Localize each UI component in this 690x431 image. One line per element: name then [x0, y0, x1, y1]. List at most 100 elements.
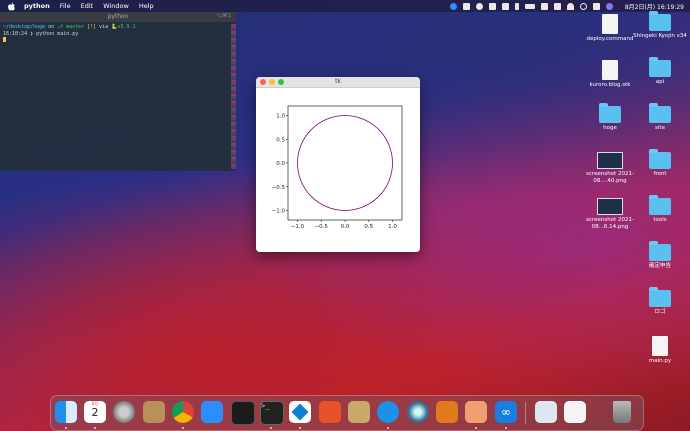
branch-icon: ⎇ — [57, 24, 63, 30]
zoom-icon[interactable] — [201, 401, 223, 423]
running-indicator — [387, 427, 389, 429]
menu-file[interactable]: File — [60, 2, 71, 10]
finder-icon[interactable] — [55, 401, 77, 423]
prompt-via: via — [99, 24, 109, 30]
menu-edit[interactable]: Edit — [81, 2, 94, 10]
system-preferences-icon[interactable] — [113, 401, 135, 423]
circle-series-line — [297, 115, 393, 211]
terminal-titlebar[interactable]: python ⌥⌘1 — [0, 12, 236, 22]
folder-icon — [649, 103, 671, 123]
menu-bar: python File Edit Window Help 8月2日(月) 16:… — [0, 0, 690, 12]
menu-clock[interactable]: 8月2日(月) 16:19:29 — [625, 2, 684, 11]
mirror-icon[interactable] — [501, 2, 509, 10]
prompt-status: [!] — [87, 24, 97, 30]
tk-titlebar[interactable]: tk — [256, 77, 420, 88]
archive-utility-icon[interactable] — [348, 401, 370, 423]
running-indicator — [182, 427, 184, 429]
terminal-output[interactable]: ~/desktop/hoge on ⎇ master [!] via 🐍v3.9… — [0, 22, 236, 47]
calendar-icon[interactable]: 8月 2 — [84, 401, 106, 423]
terminal-icon[interactable]: >_ — [260, 401, 284, 425]
desktop-icon[interactable]: 確定申告 — [630, 241, 690, 270]
prompt-branch: master — [66, 24, 85, 30]
terminal-window[interactable]: python ⌥⌘1 ~/desktop/hoge on ⎇ master [!… — [0, 12, 236, 171]
vscode-icon[interactable] — [289, 401, 311, 423]
y-tick-label: 0.5 — [276, 137, 285, 143]
x-tick-label: −1.0 — [291, 224, 305, 230]
sourcetree-icon[interactable] — [436, 401, 458, 423]
instruments-icon[interactable] — [319, 401, 341, 423]
dropbox-icon[interactable] — [462, 2, 470, 10]
desktop-icon[interactable]: Shingeki Kyojin v34 — [630, 11, 690, 40]
y-tick-label: −1.0 — [272, 209, 286, 215]
x-tick-label: 0.0 — [341, 224, 350, 230]
folder-icon — [649, 57, 671, 77]
trash-icon[interactable] — [613, 401, 631, 423]
running-indicator — [299, 427, 301, 429]
desktop-icon-label: Shingeki Kyojin v34 — [633, 33, 687, 39]
terminal-shortcut: ⌥⌘1 — [215, 13, 231, 19]
volume-icon[interactable] — [553, 2, 561, 10]
folder-icon — [649, 241, 671, 261]
document-icon — [602, 60, 618, 80]
desktop-icon[interactable]: main.py — [630, 336, 690, 365]
y-tick-label: 0.0 — [276, 161, 285, 167]
desktop-icon-label: api — [655, 79, 665, 85]
menu-window[interactable]: Window — [103, 2, 129, 10]
control-center-icon[interactable] — [592, 2, 600, 10]
wifi-icon[interactable] — [566, 2, 574, 10]
menu-app-name[interactable]: python — [24, 2, 50, 10]
activity-monitor-icon[interactable] — [231, 401, 255, 425]
battery-icon[interactable] — [524, 3, 535, 9]
desktop-icon[interactable]: ロゴ — [630, 287, 690, 316]
menu-help[interactable]: Help — [139, 2, 154, 10]
quicktime-icon[interactable] — [407, 401, 429, 423]
vscode-logo — [291, 403, 309, 421]
prompt-command: ❯ python main.py — [30, 30, 79, 37]
screenshot-stack-icon[interactable] — [535, 401, 557, 423]
prompt-version: v3.9.1 — [117, 24, 136, 30]
document-icon — [602, 14, 618, 34]
desktop-icon[interactable]: front — [630, 149, 690, 178]
running-indicator — [270, 427, 272, 429]
terminal-scroll-marks[interactable] — [231, 24, 236, 169]
tk-window[interactable]: tk −1.0 −0.5 0.0 0.5 1.0 1.0 0.5 0.0 −0.5 −1.0 — [256, 77, 420, 252]
tk-window-title: tk — [335, 78, 341, 85]
terminal-title: python — [107, 13, 129, 20]
contacts-icon[interactable] — [143, 401, 165, 423]
preview-icon[interactable] — [465, 401, 487, 423]
x-tick-label: 1.0 — [388, 224, 397, 230]
y-tick-label: 1.0 — [276, 114, 285, 120]
desktop-icon-label: tools — [653, 217, 667, 223]
docker-icon[interactable] — [377, 401, 399, 423]
desktop-icon[interactable]: tools — [630, 195, 690, 224]
siri-icon[interactable] — [605, 2, 613, 10]
y-tick-label: −0.5 — [272, 185, 286, 191]
apple-menu-icon[interactable] — [7, 2, 16, 11]
search-icon[interactable] — [579, 2, 587, 10]
input-source-icon[interactable] — [540, 2, 548, 10]
infinity-icon[interactable]: ∞ — [495, 401, 517, 423]
p-icon[interactable] — [475, 2, 483, 10]
bluetooth-icon[interactable] — [514, 2, 519, 10]
chrome-icon[interactable] — [172, 401, 194, 423]
document-icon — [652, 336, 668, 356]
prompt-time: 16:10:24 — [3, 30, 28, 37]
zoom-status-icon[interactable] — [449, 2, 457, 10]
desktop-icon[interactable]: api — [630, 57, 690, 86]
battery-status-icon[interactable] — [488, 2, 496, 10]
image-file-icon — [597, 198, 623, 215]
prompt-path: ~/desktop/hoge — [3, 24, 46, 30]
running-indicator — [505, 427, 507, 429]
folder-icon — [649, 195, 671, 215]
plot-svg: −1.0 −0.5 0.0 0.5 1.0 1.0 0.5 0.0 −0.5 −1.0 — [272, 105, 403, 230]
status-area: 8月2日(月) 16:19:29 — [449, 0, 684, 12]
folder-icon — [649, 11, 671, 31]
desktop-icon[interactable]: site — [630, 103, 690, 132]
plot-axes-frame — [287, 105, 403, 221]
x-tick-label: −0.5 — [315, 224, 329, 230]
desktop-icon-label: main.py — [648, 358, 672, 364]
terminal-cursor — [3, 37, 6, 42]
running-indicator — [65, 427, 67, 429]
documents-stack-icon[interactable] — [564, 401, 586, 423]
desktop-icon-label: ロゴ — [654, 309, 666, 315]
